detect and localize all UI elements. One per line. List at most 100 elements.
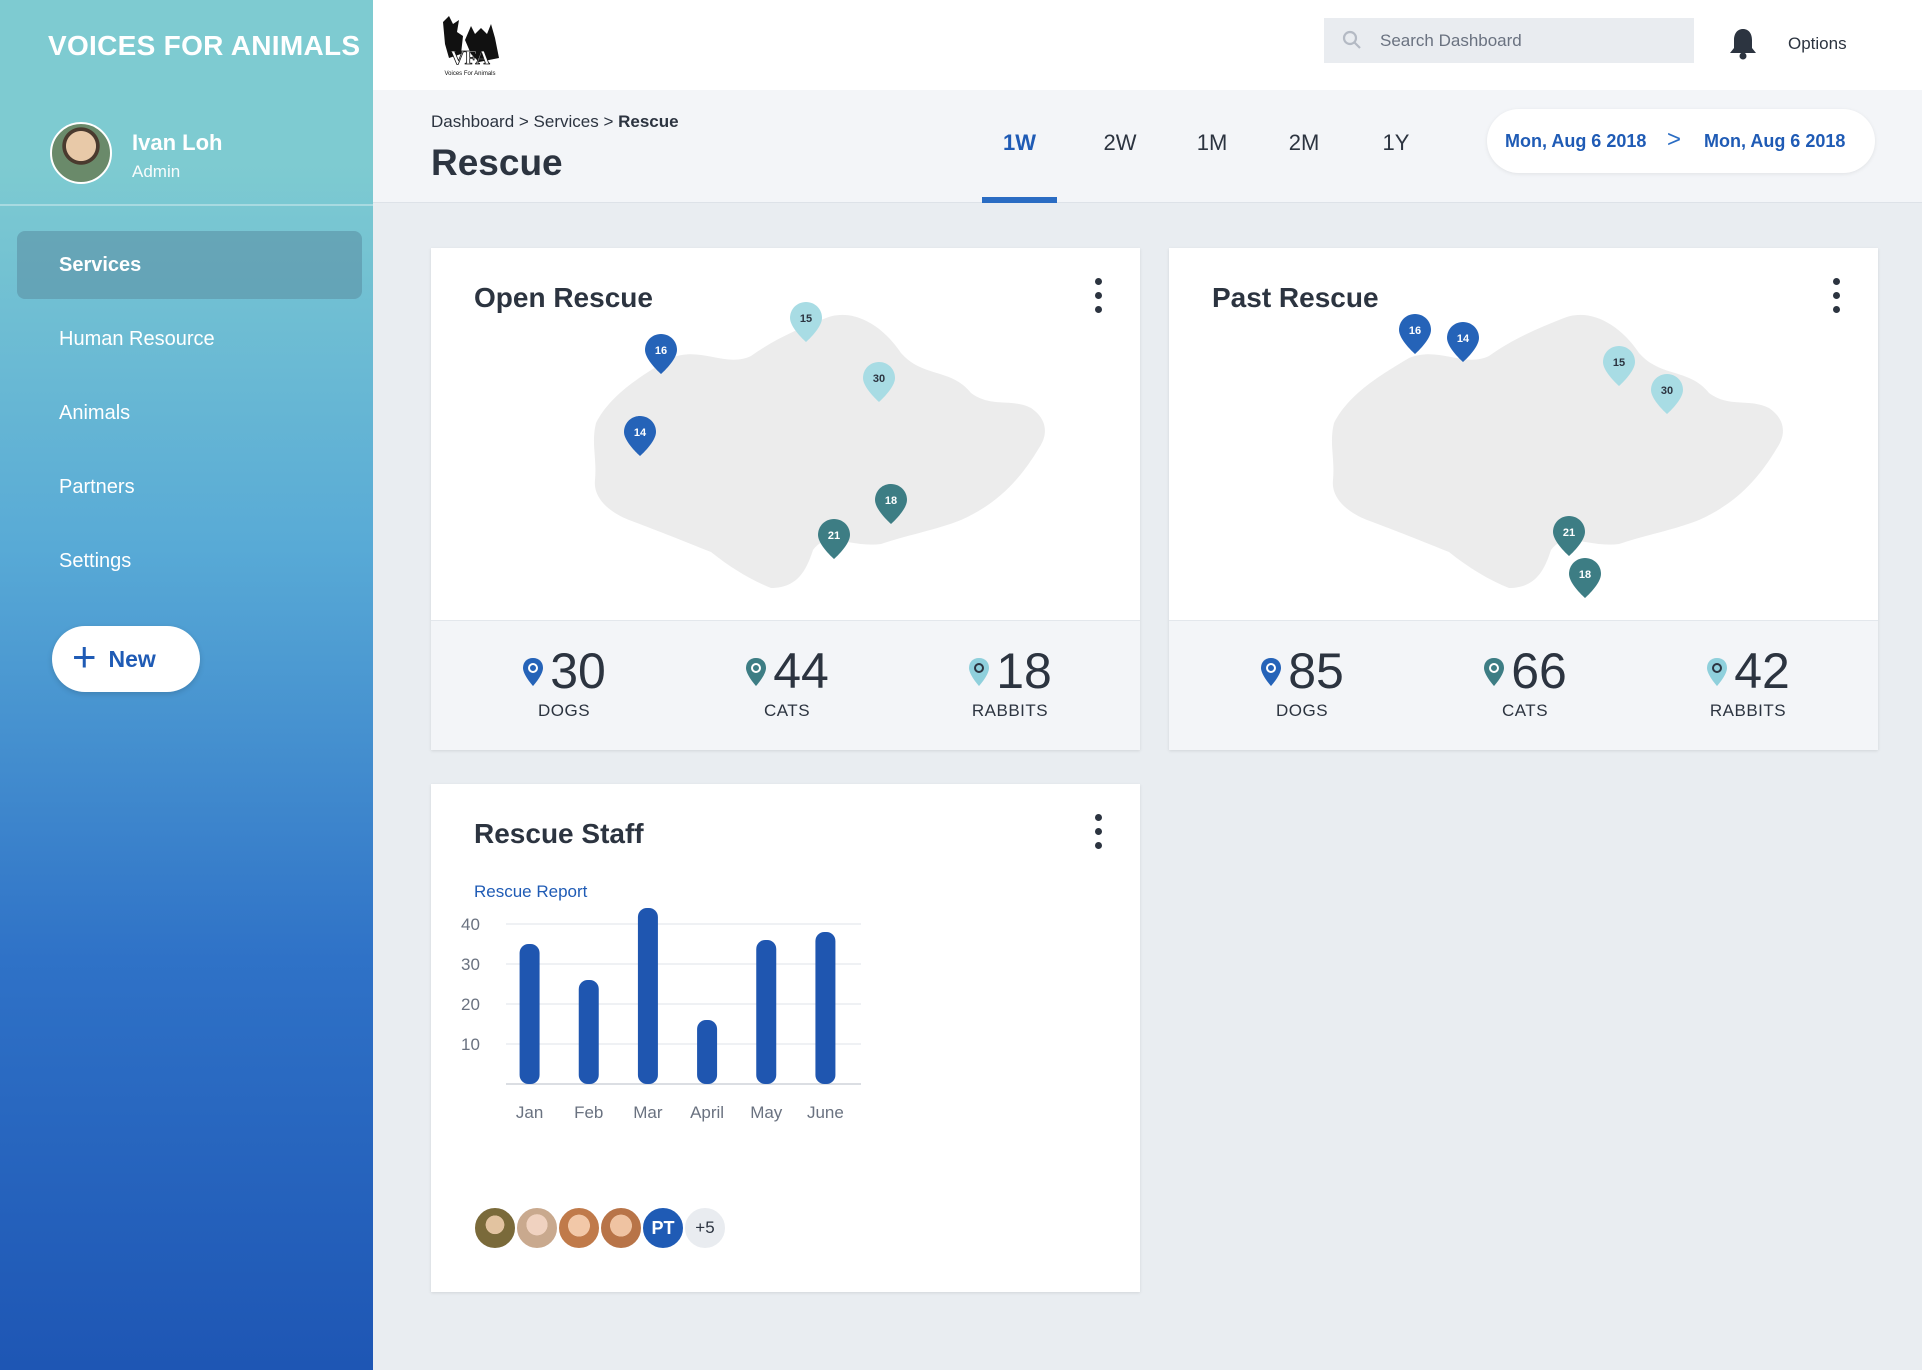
open-rescue-card: Open Rescue 16 15 30 14 18 21 30 DOGS 44… bbox=[431, 248, 1140, 750]
tab-1y[interactable]: 1Y bbox=[1350, 130, 1442, 203]
svg-text:18: 18 bbox=[885, 495, 897, 507]
chart-bar[interactable] bbox=[637, 908, 658, 1084]
search-input[interactable] bbox=[1380, 18, 1680, 63]
more-vertical-icon[interactable] bbox=[1092, 814, 1104, 854]
map-pin: 21 bbox=[1553, 516, 1585, 556]
rescue-stats: 30 DOGS 44 CATS 18 RABBITS bbox=[431, 620, 1140, 750]
new-button-label: New bbox=[108, 645, 156, 672]
chart-bar[interactable] bbox=[697, 1020, 718, 1084]
staff-avatars: PT +5 bbox=[473, 1206, 727, 1250]
sidebar-item-animals[interactable]: Animals bbox=[17, 379, 362, 447]
breadcrumb-path[interactable]: Dashboard > Services > bbox=[431, 112, 618, 131]
chart-bar[interactable] bbox=[519, 944, 540, 1084]
vfa-logo[interactable]: VFA Voices For Animals bbox=[435, 14, 505, 78]
rescue-report-link[interactable]: Rescue Report bbox=[474, 882, 587, 902]
stat-value: 44 bbox=[773, 643, 829, 699]
user-profile[interactable]: Ivan Loh Admin bbox=[0, 100, 373, 206]
pin-icon bbox=[746, 658, 767, 686]
stat-value: 85 bbox=[1288, 643, 1344, 699]
map-pin: 14 bbox=[1447, 322, 1479, 362]
stat-value: 30 bbox=[550, 643, 606, 699]
more-staff-badge[interactable]: +5 bbox=[683, 1206, 727, 1250]
more-vertical-icon[interactable] bbox=[1092, 278, 1104, 318]
sidebar-item-partners[interactable]: Partners bbox=[17, 453, 362, 521]
y-tick-label: 10 bbox=[461, 1035, 480, 1054]
svg-text:14: 14 bbox=[634, 427, 647, 439]
rescue-stats: 85 DOGS 66 CATS 42 RABBITS bbox=[1169, 620, 1878, 750]
sidebar-item-services[interactable]: Services bbox=[17, 231, 362, 299]
chart-bar[interactable] bbox=[578, 980, 599, 1084]
user-name: Ivan Loh bbox=[132, 130, 223, 155]
stat-dogs: 30 DOGS bbox=[474, 643, 654, 721]
svg-text:16: 16 bbox=[1409, 325, 1421, 337]
breadcrumb: Dashboard > Services > Rescue bbox=[431, 112, 679, 132]
page-header: Dashboard > Services > Rescue Rescue 1W … bbox=[373, 90, 1922, 203]
y-tick-label: 20 bbox=[461, 995, 480, 1014]
date-range-picker[interactable]: Mon, Aug 6 2018 > Mon, Aug 6 2018 bbox=[1487, 109, 1875, 173]
svg-text:30: 30 bbox=[873, 373, 885, 385]
x-tick-label: Jan bbox=[516, 1103, 543, 1122]
svg-text:Voices For Animals: Voices For Animals bbox=[444, 71, 495, 77]
rescue-map: 16 15 30 14 18 21 bbox=[593, 302, 1045, 588]
past-rescue-card: Past Rescue 16 14 15 30 21 18 85 DOGS 66… bbox=[1169, 248, 1878, 750]
pin-icon bbox=[1484, 658, 1505, 686]
x-tick-label: May bbox=[750, 1103, 783, 1122]
stat-label: CATS bbox=[763, 701, 811, 720]
svg-text:18: 18 bbox=[1579, 569, 1591, 581]
tab-1w[interactable]: 1W bbox=[982, 130, 1057, 203]
stat-label: DOGS bbox=[1275, 701, 1329, 720]
stat-label: DOGS bbox=[537, 701, 591, 720]
date-to[interactable]: Mon, Aug 6 2018 bbox=[1704, 131, 1845, 152]
sidebar-item-settings[interactable]: Settings bbox=[17, 527, 362, 595]
pin-icon bbox=[1261, 658, 1282, 686]
x-tick-label: June bbox=[807, 1103, 844, 1122]
user-role: Admin bbox=[132, 162, 181, 181]
stat-rabbits: 42 RABBITS bbox=[1658, 643, 1838, 721]
top-bar: VFA Voices For Animals Options bbox=[373, 0, 1922, 90]
search-icon bbox=[1342, 30, 1361, 49]
svg-text:30: 30 bbox=[1661, 385, 1673, 397]
chart-bar[interactable] bbox=[815, 932, 836, 1084]
x-tick-label: Mar bbox=[633, 1103, 663, 1122]
avatar-initials[interactable]: PT bbox=[641, 1206, 685, 1250]
search-bar bbox=[1324, 18, 1694, 63]
avatar[interactable] bbox=[599, 1206, 643, 1250]
tab-2w[interactable]: 2W bbox=[1074, 130, 1166, 203]
bell-icon[interactable] bbox=[1728, 26, 1758, 60]
rescue-report-chart: 10 20 30 40 Jan Feb Mar April May June bbox=[461, 908, 861, 1122]
svg-text:16: 16 bbox=[655, 345, 667, 357]
pin-icon bbox=[1707, 658, 1728, 686]
avatar[interactable] bbox=[557, 1206, 601, 1250]
avatar[interactable] bbox=[515, 1206, 559, 1250]
map-pin: 18 bbox=[1569, 558, 1601, 598]
stat-label: RABBITS bbox=[971, 701, 1049, 720]
pin-icon bbox=[523, 658, 544, 686]
stat-value: 18 bbox=[996, 643, 1052, 699]
page-title: Rescue bbox=[431, 142, 563, 183]
stat-label: RABBITS bbox=[1709, 701, 1787, 720]
options-menu[interactable]: Options bbox=[1788, 34, 1847, 54]
stat-dogs: 85 DOGS bbox=[1212, 643, 1392, 721]
sidebar-item-human-resource[interactable]: Human Resource bbox=[17, 305, 362, 373]
brand-name: VOICES FOR ANIMALS bbox=[48, 30, 361, 61]
chevron-right-icon: > bbox=[1667, 126, 1682, 153]
svg-text:21: 21 bbox=[828, 530, 840, 542]
sidebar: VOICES FOR ANIMALS Ivan Loh Admin Servic… bbox=[0, 0, 373, 1370]
svg-text:VFA: VFA bbox=[450, 47, 490, 69]
x-tick-label: Feb bbox=[574, 1103, 603, 1122]
new-button[interactable]: + New bbox=[52, 626, 200, 692]
date-from[interactable]: Mon, Aug 6 2018 bbox=[1505, 131, 1646, 152]
tab-2m[interactable]: 2M bbox=[1258, 130, 1350, 203]
stat-cats: 44 CATS bbox=[697, 643, 877, 721]
avatar[interactable] bbox=[473, 1206, 517, 1250]
tab-1m[interactable]: 1M bbox=[1166, 130, 1258, 203]
x-tick-label: April bbox=[690, 1103, 724, 1122]
more-vertical-icon[interactable] bbox=[1830, 278, 1842, 318]
map-pin: 16 bbox=[1399, 314, 1431, 354]
y-tick-label: 40 bbox=[461, 915, 480, 934]
sidebar-nav: Services Human Resource Animals Partners… bbox=[17, 231, 362, 601]
stat-value: 66 bbox=[1511, 643, 1567, 699]
plus-icon: + bbox=[72, 633, 97, 680]
chart-bar[interactable] bbox=[756, 940, 777, 1084]
map-pin: 21 bbox=[818, 519, 850, 559]
